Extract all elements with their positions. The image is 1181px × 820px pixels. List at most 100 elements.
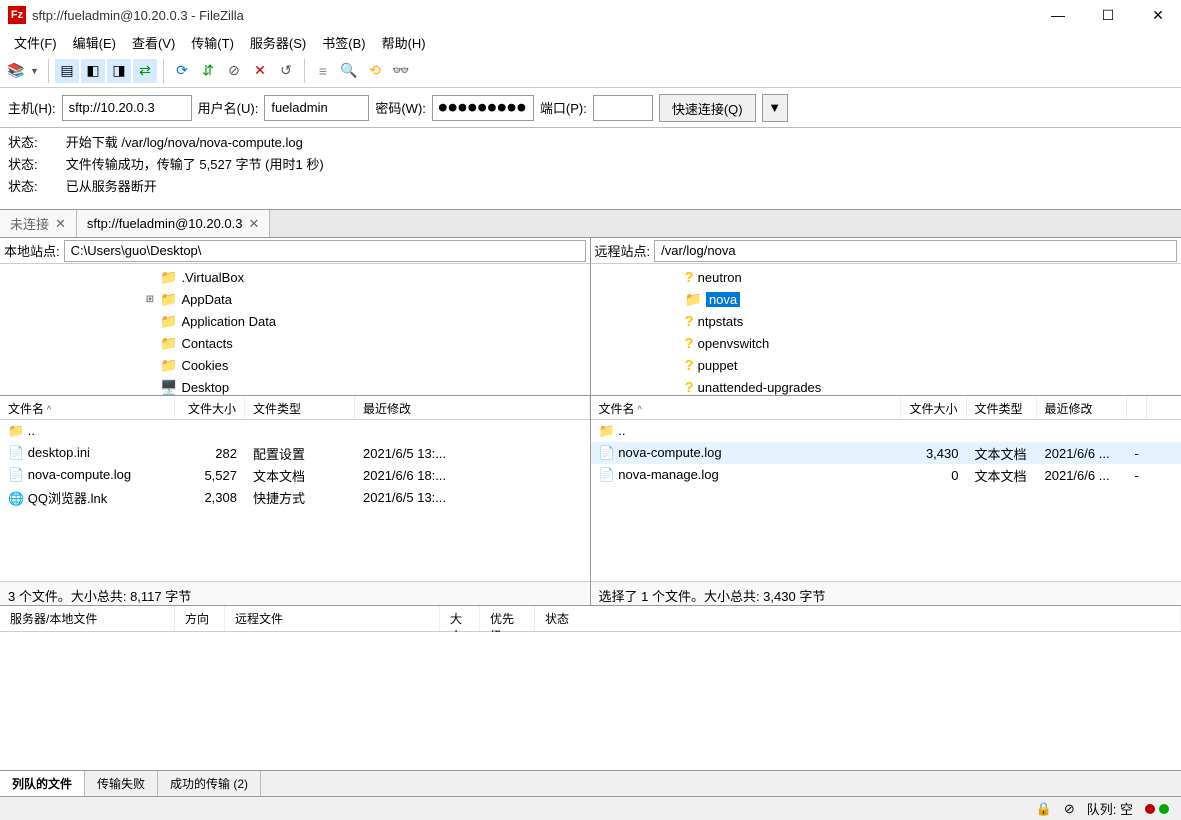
local-tree[interactable]: 📁.VirtualBox⊞📁AppData📁Application Data📁C… xyxy=(0,264,590,395)
compare-icon[interactable]: ⟲ xyxy=(363,59,387,83)
remote-file-header[interactable]: 文件名 文件大小 文件类型 最近修改 xyxy=(591,396,1181,420)
tree-item[interactable]: ?ntpstats xyxy=(595,310,1178,332)
qcol-size[interactable]: 大小 xyxy=(440,606,480,631)
tree-item[interactable]: ?neutron xyxy=(595,266,1178,288)
menu-view[interactable]: 查看(V) xyxy=(124,31,183,54)
tree-item[interactable]: 📁nova xyxy=(595,288,1178,310)
col-type[interactable]: 文件类型 xyxy=(245,396,355,419)
menu-help[interactable]: 帮助(H) xyxy=(374,31,434,54)
tab-notconnected[interactable]: 未连接✕ xyxy=(0,210,77,237)
remote-filelist[interactable]: 📁 ..📄 nova-compute.log3,430文本文档2021/6/6 … xyxy=(591,420,1181,581)
message-log[interactable]: 状态: 开始下载 /var/log/nova/nova-compute.log … xyxy=(0,128,1181,210)
maximize-button[interactable]: ☐ xyxy=(1093,7,1123,24)
close-button[interactable]: ✕ xyxy=(1143,7,1173,24)
local-status: 3 个文件。大小总共: 8,117 字节 xyxy=(0,581,590,605)
port-input[interactable] xyxy=(593,95,653,121)
local-path-input[interactable] xyxy=(64,240,586,262)
log-line: 状态: 已从服务器断开 xyxy=(8,176,1173,198)
file-row[interactable]: 📄 nova-compute.log3,430文本文档2021/6/6 ...- xyxy=(591,442,1181,464)
toggle-local-tree-icon[interactable]: ◧ xyxy=(81,59,105,83)
col-size[interactable]: 文件大小 xyxy=(901,396,967,419)
local-site-label: 本地站点: xyxy=(4,241,64,260)
user-input[interactable] xyxy=(264,95,369,121)
sitemgr-icon[interactable]: 📚 xyxy=(4,59,28,83)
cancel-icon[interactable]: ⊘ xyxy=(222,59,246,83)
sitemgr-dropdown[interactable]: ▼ xyxy=(30,66,42,76)
qcol-server[interactable]: 服务器/本地文件 xyxy=(0,606,175,631)
menu-bookmarks[interactable]: 书签(B) xyxy=(314,31,373,54)
qtab-success[interactable]: 成功的传输 (2) xyxy=(158,771,261,796)
port-label: 端口(P): xyxy=(540,98,587,117)
menu-server[interactable]: 服务器(S) xyxy=(242,31,314,54)
titlebar: Fz sftp://fueladmin@10.20.0.3 - FileZill… xyxy=(0,0,1181,30)
file-row[interactable]: 📁 .. xyxy=(0,420,590,442)
tree-item[interactable]: ⊞📁AppData xyxy=(4,288,586,310)
col-type[interactable]: 文件类型 xyxy=(967,396,1037,419)
col-perms[interactable] xyxy=(1127,396,1147,419)
file-row[interactable]: 🌐 QQ浏览器.lnk2,308快捷方式2021/6/5 13:... xyxy=(0,486,590,508)
toggle-remote-tree-icon[interactable]: ◨ xyxy=(107,59,131,83)
filter-icon[interactable]: ≡ xyxy=(311,59,335,83)
col-mtime[interactable]: 最近修改 xyxy=(355,396,590,419)
queue-body[interactable] xyxy=(0,632,1181,770)
tree-item[interactable]: 📁Contacts xyxy=(4,332,586,354)
qcol-status[interactable]: 状态 xyxy=(535,606,1181,631)
queue-status-text: 队列: 空 xyxy=(1087,799,1133,818)
tree-item[interactable]: 📁Cookies xyxy=(4,354,586,376)
menu-edit[interactable]: 编辑(E) xyxy=(65,31,124,54)
local-filelist[interactable]: 📁 ..📄 desktop.ini282配置设置2021/6/5 13:...📄… xyxy=(0,420,590,581)
refresh-icon[interactable]: ⟳ xyxy=(170,59,194,83)
qcol-remote[interactable]: 远程文件 xyxy=(225,606,440,631)
quickconnect-dropdown[interactable]: ▼ xyxy=(762,94,788,122)
reconnect-icon[interactable]: ↺ xyxy=(274,59,298,83)
quickconnect-button[interactable]: 快速连接(Q) xyxy=(659,94,756,122)
pass-input[interactable] xyxy=(432,95,534,121)
col-name[interactable]: 文件名 xyxy=(591,396,901,419)
tree-item[interactable]: 📁Application Data xyxy=(4,310,586,332)
close-icon[interactable]: ✕ xyxy=(55,216,66,232)
tab-connection[interactable]: sftp://fueladmin@10.20.0.3✕ xyxy=(77,210,270,237)
queue-status-icon: ⊘ xyxy=(1064,801,1075,817)
host-label: 主机(H): xyxy=(8,98,56,117)
col-name[interactable]: 文件名 xyxy=(0,396,175,419)
sync-browse-icon[interactable]: 👓 xyxy=(389,59,413,83)
menu-file[interactable]: 文件(F) xyxy=(6,31,65,54)
col-size[interactable]: 文件大小 xyxy=(175,396,245,419)
log-line: 状态: 文件传输成功，传输了 5,527 字节 (用时1 秒) xyxy=(8,154,1173,176)
process-queue-icon[interactable]: ⇵ xyxy=(196,59,220,83)
remote-tree[interactable]: ?neutron📁nova?ntpstats?openvswitch?puppe… xyxy=(591,264,1181,395)
user-label: 用户名(U): xyxy=(198,98,259,117)
tree-item[interactable]: ?unattended-upgrades xyxy=(595,376,1178,395)
local-file-header[interactable]: 文件名 文件大小 文件类型 最近修改 xyxy=(0,396,590,420)
qcol-dir[interactable]: 方向 xyxy=(175,606,225,631)
host-input[interactable] xyxy=(62,95,192,121)
local-pane: 本地站点: 📁.VirtualBox⊞📁AppData📁Application … xyxy=(0,238,591,395)
queue-header[interactable]: 服务器/本地文件 方向 远程文件 大小 优先级 状态 xyxy=(0,606,1181,632)
file-row[interactable]: 📄 nova-manage.log0文本文档2021/6/6 ...- xyxy=(591,464,1181,486)
local-filelist-pane: 文件名 文件大小 文件类型 最近修改 📁 ..📄 desktop.ini282配… xyxy=(0,396,591,605)
tree-item[interactable]: 🖥️Desktop xyxy=(4,376,586,395)
tree-item[interactable]: ?puppet xyxy=(595,354,1178,376)
qcol-prio[interactable]: 优先级 xyxy=(480,606,535,631)
remote-status: 选择了 1 个文件。大小总共: 3,430 字节 xyxy=(591,581,1181,605)
file-row[interactable]: 📁 .. xyxy=(591,420,1181,442)
tree-item[interactable]: 📁.VirtualBox xyxy=(4,266,586,288)
close-icon[interactable]: ✕ xyxy=(249,216,260,232)
search-icon[interactable]: 🔍 xyxy=(337,59,361,83)
qtab-failed[interactable]: 传输失败 xyxy=(85,771,158,796)
col-mtime[interactable]: 最近修改 xyxy=(1037,396,1127,419)
file-row[interactable]: 📄 nova-compute.log5,527文本文档2021/6/6 18:.… xyxy=(0,464,590,486)
remote-path-input[interactable] xyxy=(654,240,1177,262)
remote-pane: 远程站点: ?neutron📁nova?ntpstats?openvswitch… xyxy=(591,238,1181,395)
app-icon: Fz xyxy=(8,6,26,24)
disconnect-icon[interactable]: ✕ xyxy=(248,59,272,83)
file-row[interactable]: 📄 desktop.ini282配置设置2021/6/5 13:... xyxy=(0,442,590,464)
toggle-queue-icon[interactable]: ⇄ xyxy=(133,59,157,83)
minimize-button[interactable]: — xyxy=(1043,7,1073,24)
qtab-queued[interactable]: 列队的文件 xyxy=(0,771,85,796)
toggle-log-icon[interactable]: ▤ xyxy=(55,59,79,83)
lock-icon: 🔒 xyxy=(1036,801,1052,817)
menu-transfer[interactable]: 传输(T) xyxy=(183,31,242,54)
remote-site-label: 远程站点: xyxy=(595,241,655,260)
tree-item[interactable]: ?openvswitch xyxy=(595,332,1178,354)
